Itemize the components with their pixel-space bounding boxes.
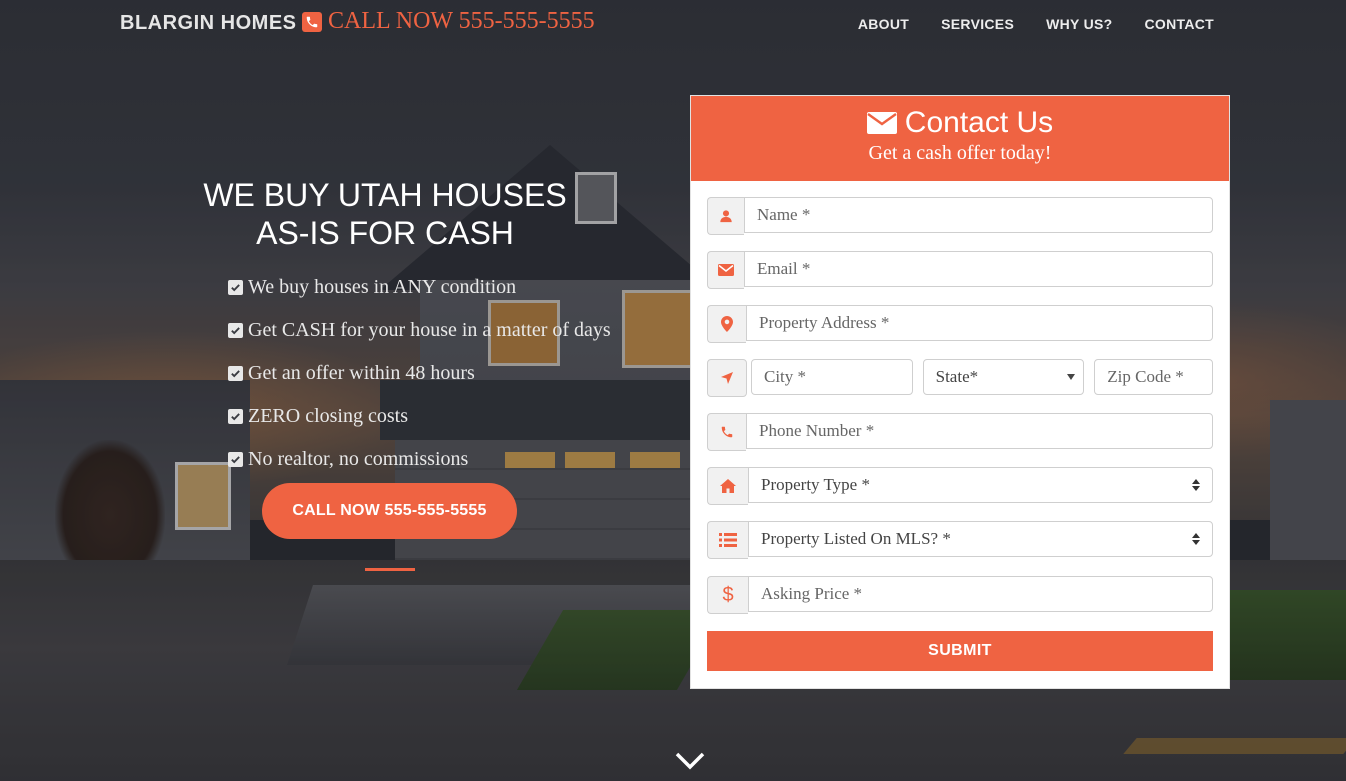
navbar: BLARGIN HOMES CALL NOW 555-555-5555 ABOU…: [0, 0, 1346, 46]
city-input[interactable]: City *: [751, 359, 913, 395]
feature-list: We buy houses in ANY condition Get CASH …: [228, 266, 611, 481]
phone-icon: [302, 11, 322, 32]
check-square-icon: [228, 409, 243, 424]
mls-select[interactable]: Property Listed On MLS? *: [748, 521, 1213, 557]
list-icon: [707, 521, 748, 559]
feature-item: We buy houses in ANY condition: [228, 266, 611, 309]
feature-item: ZERO closing costs: [228, 395, 611, 438]
form-header: Contact Us Get a cash offer today!: [691, 96, 1229, 181]
chevron-down-icon[interactable]: [674, 748, 706, 772]
form-title-text: Contact Us: [904, 106, 1054, 139]
hero-title-line: WE BUY UTAH HOUSES: [203, 177, 567, 213]
feature-text: Get CASH for your house in a matter of d…: [248, 319, 611, 341]
feature-item: Get an offer within 48 hours: [228, 352, 611, 395]
feature-item: Get CASH for your house in a matter of d…: [228, 309, 611, 352]
home-icon: [707, 467, 748, 505]
caret-down-icon: [1067, 374, 1076, 380]
mls-row: Property Listed On MLS? *: [707, 521, 1213, 559]
email-row: Email *: [707, 251, 1213, 289]
phone-icon: [707, 413, 746, 451]
form-title: Contact Us: [691, 96, 1229, 140]
nav-link-about[interactable]: ABOUT: [858, 16, 909, 32]
envelope-icon: [707, 251, 744, 289]
address-row: Property Address *: [707, 305, 1213, 343]
map-marker-icon: [707, 305, 746, 343]
brand-logo[interactable]: BLARGIN HOMES: [120, 12, 297, 35]
check-square-icon: [228, 323, 243, 338]
feature-text: ZERO closing costs: [248, 405, 408, 427]
city-state-zip-row: City * State* Zip Code *: [707, 359, 1213, 397]
feature-text: We buy houses in ANY condition: [248, 276, 517, 298]
phone-number-input[interactable]: Phone Number *: [746, 413, 1213, 449]
sort-icon: [1192, 479, 1200, 491]
feature-item: No realtor, no commissions: [228, 438, 611, 481]
hero-title-line: AS-IS FOR CASH: [256, 215, 514, 251]
email-input[interactable]: Email *: [744, 251, 1213, 287]
feature-text: Get an offer within 48 hours: [248, 362, 475, 384]
phone-row: Phone Number *: [707, 413, 1213, 451]
property-address-input[interactable]: Property Address *: [746, 305, 1213, 341]
name-input[interactable]: Name *: [744, 197, 1213, 233]
call-now-button[interactable]: CALL NOW 555-555-5555: [262, 483, 517, 539]
nav-call-text: CALL NOW 555-555-5555: [328, 8, 595, 34]
property-type-value: Property Type *: [761, 475, 870, 494]
property-type-row: Property Type *: [707, 467, 1213, 505]
nav-links: ABOUT SERVICES WHY US? CONTACT: [858, 16, 1214, 32]
sort-icon: [1192, 533, 1200, 545]
submit-button[interactable]: SUBMIT: [707, 631, 1213, 671]
mls-value: Property Listed On MLS? *: [761, 529, 951, 548]
name-row: Name *: [707, 197, 1213, 235]
asking-price-row: $ Asking Price *: [707, 576, 1213, 614]
nav-call-link[interactable]: CALL NOW 555-555-5555: [302, 8, 595, 35]
asking-price-input[interactable]: Asking Price *: [748, 576, 1213, 612]
state-select[interactable]: State*: [922, 359, 1085, 395]
contact-form-card: Contact Us Get a cash offer today! Name …: [690, 95, 1230, 689]
nav-link-why-us[interactable]: WHY US?: [1046, 16, 1112, 32]
feature-text: No realtor, no commissions: [248, 448, 469, 470]
divider: [365, 568, 415, 571]
dollar-icon: $: [707, 576, 748, 614]
user-icon: [707, 197, 744, 235]
form-subtitle: Get a cash offer today!: [868, 142, 1052, 164]
zip-code-input[interactable]: Zip Code *: [1094, 359, 1213, 395]
check-square-icon: [228, 366, 243, 381]
nav-link-services[interactable]: SERVICES: [941, 16, 1014, 32]
location-arrow-icon: [707, 359, 747, 397]
property-type-select[interactable]: Property Type *: [748, 467, 1213, 503]
state-select-value: State*: [935, 367, 979, 386]
hero-title: WE BUY UTAH HOUSES AS-IS FOR CASH: [200, 176, 570, 252]
check-square-icon: [228, 452, 243, 467]
nav-link-contact[interactable]: CONTACT: [1145, 16, 1215, 32]
envelope-icon: [866, 112, 897, 134]
check-square-icon: [228, 280, 243, 295]
